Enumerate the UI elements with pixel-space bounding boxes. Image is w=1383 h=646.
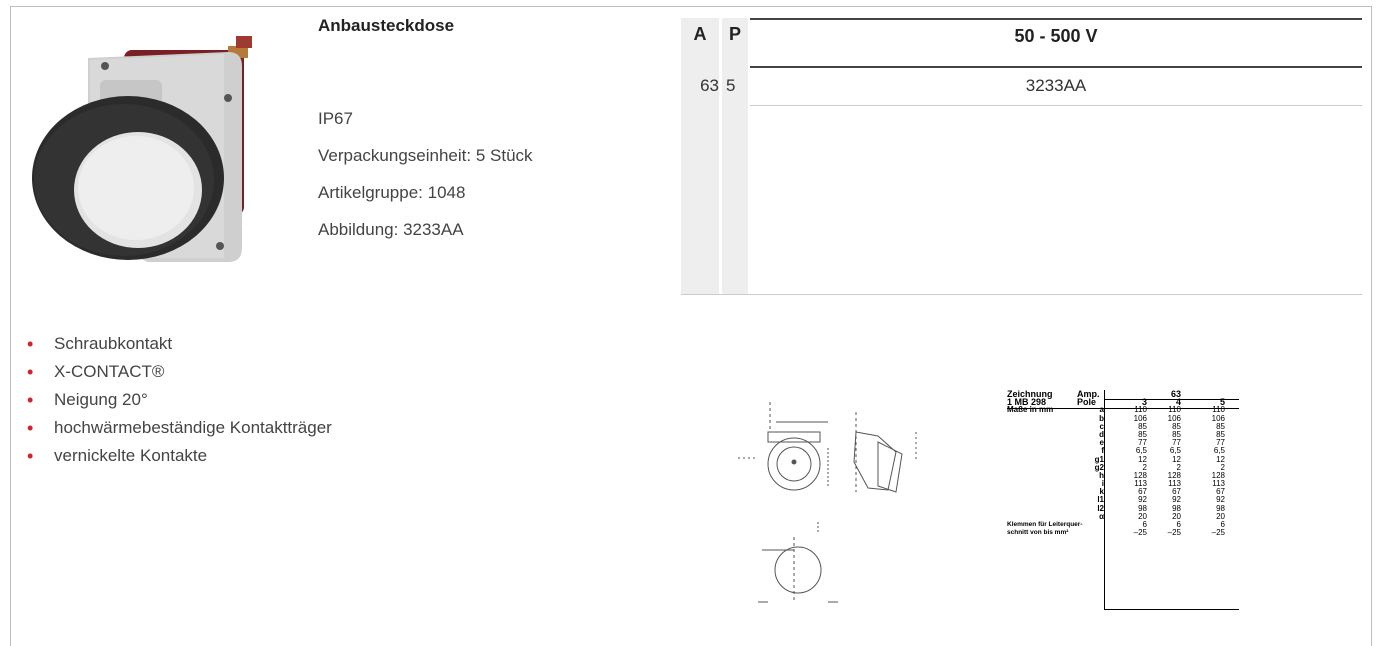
unit-label: Maße in mm [1007,405,1054,415]
table-row: e 77 77 77 [1099,438,1225,448]
header-p: P [728,24,741,44]
table-row: h 128 128 128 [1099,470,1225,480]
table-row: schnitt von bis mm² –25 –25 –25 [1007,528,1225,538]
row-divider [750,105,1362,106]
product-properties: IP67 Verpackungseinheit: 5 Stück Artikel… [318,100,533,248]
list-item: • vernickelte Kontakte [24,442,332,470]
bullet-icon: • [27,418,34,438]
cell-poles: 5 [726,76,736,95]
product-image [32,36,252,262]
clamp-label: Klemmen für Leiterquer- [1007,521,1083,528]
table-row: l2 98 98 98 [1097,503,1225,513]
column-a-background [681,18,719,295]
property-packaging: Verpackungseinheit: 5 Stück [318,146,533,165]
table-rule [1104,609,1239,610]
bullet-icon: • [27,362,34,382]
table-row: g1 12 12 12 [1094,454,1225,464]
technical-drawing [738,402,917,603]
cell-ampere: 63 [700,76,719,95]
table-row: g2 2 2 2 [1094,462,1225,472]
header-voltage: 50 - 500 V [750,18,1362,50]
bullet-icon: • [27,390,34,410]
property-protection: IP67 [318,109,353,128]
list-item: • Schraubkontakt [24,330,332,358]
column-p-background [722,18,748,295]
table-row: Maße in mm a 110 110 110 [1007,405,1225,415]
cell-article-number[interactable]: 3233AA [750,70,1362,102]
bullet-icon: • [27,446,34,466]
table-row: f 6,5 6,5 6,5 [1101,446,1225,456]
property-figure: Abbildung: 3233AA [318,220,464,239]
bullet-icon: • [27,334,34,354]
product-title: Anbausteckdose [318,16,455,35]
dimension-table: Zeichnung Amp. 63 1 MB 298 Pole 3 4 5 Ma… [1007,389,1239,610]
table-row: b 106 106 106 [1099,413,1225,423]
property-article-group: Artikelgruppe: 1048 [318,183,466,202]
list-item: • hochwärmebeständige Kontaktträger [24,414,332,442]
table-bottom-rule [681,294,1362,295]
table-row: c 85 85 85 [1099,421,1225,431]
list-item: • X-CONTACT® [24,358,332,386]
header-a: A [693,24,707,44]
table-row: l1 92 92 92 [1097,495,1225,505]
table-row: d 85 85 85 [1099,429,1225,439]
table-row: α 20 20 20 [1099,511,1225,521]
header-divider [750,66,1362,68]
list-item: • Neigung 20° [24,386,332,414]
table-row: i 113 113 113 [1101,479,1225,489]
clamp-label: schnitt von bis mm² [1007,529,1069,537]
table-row: k 67 67 67 [1099,487,1225,497]
feature-list: • Schraubkontakt • X-CONTACT® • Neigung 20°… [24,330,332,470]
table-row: Klemmen für Leiterquer- 666 [1007,520,1225,529]
spec-table: A P 50 - 500 V 63 5 3233AA [681,18,1362,295]
